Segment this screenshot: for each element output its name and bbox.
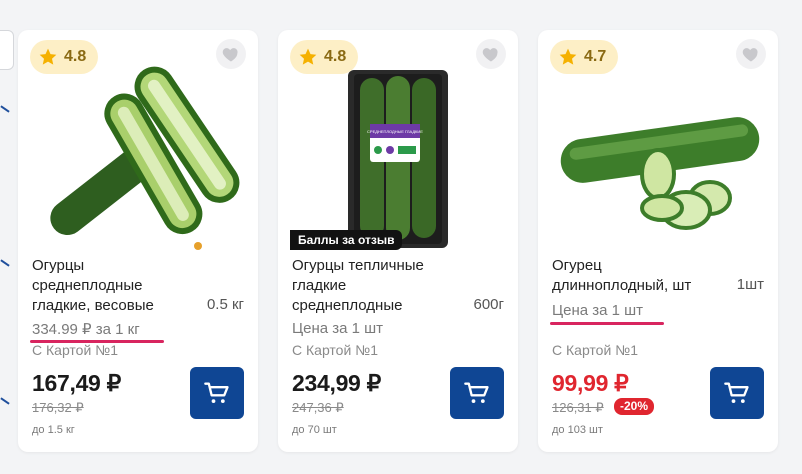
unit-price: Цена за 1 шт xyxy=(292,320,384,337)
current-price: 167,49 ₽ xyxy=(32,370,121,396)
cart-icon xyxy=(724,382,749,404)
package-label: СРЕДНЕПЛОДНЫЕ ГЛАДКИЕ xyxy=(367,129,423,134)
unit-price: 334.99 ₽ за 1 кг xyxy=(32,321,140,338)
add-to-cart-button[interactable] xyxy=(450,367,504,419)
stock-limit: до 103 шт xyxy=(552,424,603,436)
old-price: 176,32 ₽ xyxy=(32,400,84,415)
star-icon xyxy=(39,48,57,65)
cart-icon xyxy=(204,382,229,404)
loyalty-card-note: С Картой №1 xyxy=(292,342,378,358)
favorite-button[interactable] xyxy=(736,39,766,69)
add-to-cart-button[interactable] xyxy=(190,367,244,419)
heart-icon xyxy=(222,48,238,62)
rating-value: 4.7 xyxy=(584,48,607,65)
edge-decor-mark xyxy=(0,397,10,405)
loyalty-card-note: С Картой №1 xyxy=(552,342,638,358)
edge-decor-mark xyxy=(0,259,10,267)
stock-limit: до 70 шт xyxy=(292,424,337,436)
loyalty-card-note: С Картой №1 xyxy=(32,342,118,358)
product-title[interactable]: Огурцы тепличные гладкие среднеплодные xyxy=(292,256,442,316)
product-title[interactable]: Огурец длинноплодный, шт xyxy=(552,256,712,296)
unit-price: Цена за 1 шт xyxy=(552,302,644,319)
favorite-button[interactable] xyxy=(476,39,506,69)
product-unit: 1шт xyxy=(736,276,764,293)
rating-value: 4.8 xyxy=(324,48,347,65)
star-icon xyxy=(299,48,317,65)
product-unit: 0.5 кг xyxy=(206,296,244,313)
rating-badge: 4.8 xyxy=(30,40,99,74)
rating-badge: 4.8 xyxy=(290,40,359,74)
product-card[interactable]: СРЕДНЕПЛОДНЫЕ ГЛАДКИЕ Баллы за отзыв 4.8… xyxy=(278,30,518,452)
old-price: 126,31 ₽ xyxy=(552,400,604,415)
stock-limit: до 1.5 кг xyxy=(32,424,75,436)
carousel-prev-button[interactable] xyxy=(0,30,14,70)
product-image-cucumber-long[interactable] xyxy=(550,50,766,250)
heart-icon xyxy=(742,48,758,62)
product-unit: 600г xyxy=(473,296,505,313)
heart-icon xyxy=(482,48,498,62)
product-card[interactable]: 4.7 Огурец длинноплодный, шт 1шт Цена за… xyxy=(538,30,778,452)
annotation-underline xyxy=(550,322,664,325)
old-price: 247,36 ₽ xyxy=(292,400,344,415)
rating-value: 4.8 xyxy=(64,48,87,65)
product-title[interactable]: Огурцы среднеплодные гладкие, весовые xyxy=(32,256,182,316)
bonus-badge: Баллы за отзыв xyxy=(290,230,403,250)
current-price: 99,99 ₽ xyxy=(552,370,629,396)
discount-badge: -20% xyxy=(614,398,655,415)
cart-icon xyxy=(464,382,489,404)
product-image-cucumbers-packaged[interactable]: СРЕДНЕПЛОДНЫЕ ГЛАДКИЕ xyxy=(290,50,506,250)
star-icon xyxy=(559,48,577,65)
edge-decor-mark xyxy=(0,105,10,113)
favorite-button[interactable] xyxy=(216,39,246,69)
rating-badge: 4.7 xyxy=(550,40,619,74)
product-image-cucumbers-loose[interactable] xyxy=(30,50,246,250)
product-card[interactable]: 4.8 Огурцы среднеплодные гладкие, весовы… xyxy=(18,30,258,452)
current-price: 234,99 ₽ xyxy=(292,370,381,396)
add-to-cart-button[interactable] xyxy=(710,367,764,419)
